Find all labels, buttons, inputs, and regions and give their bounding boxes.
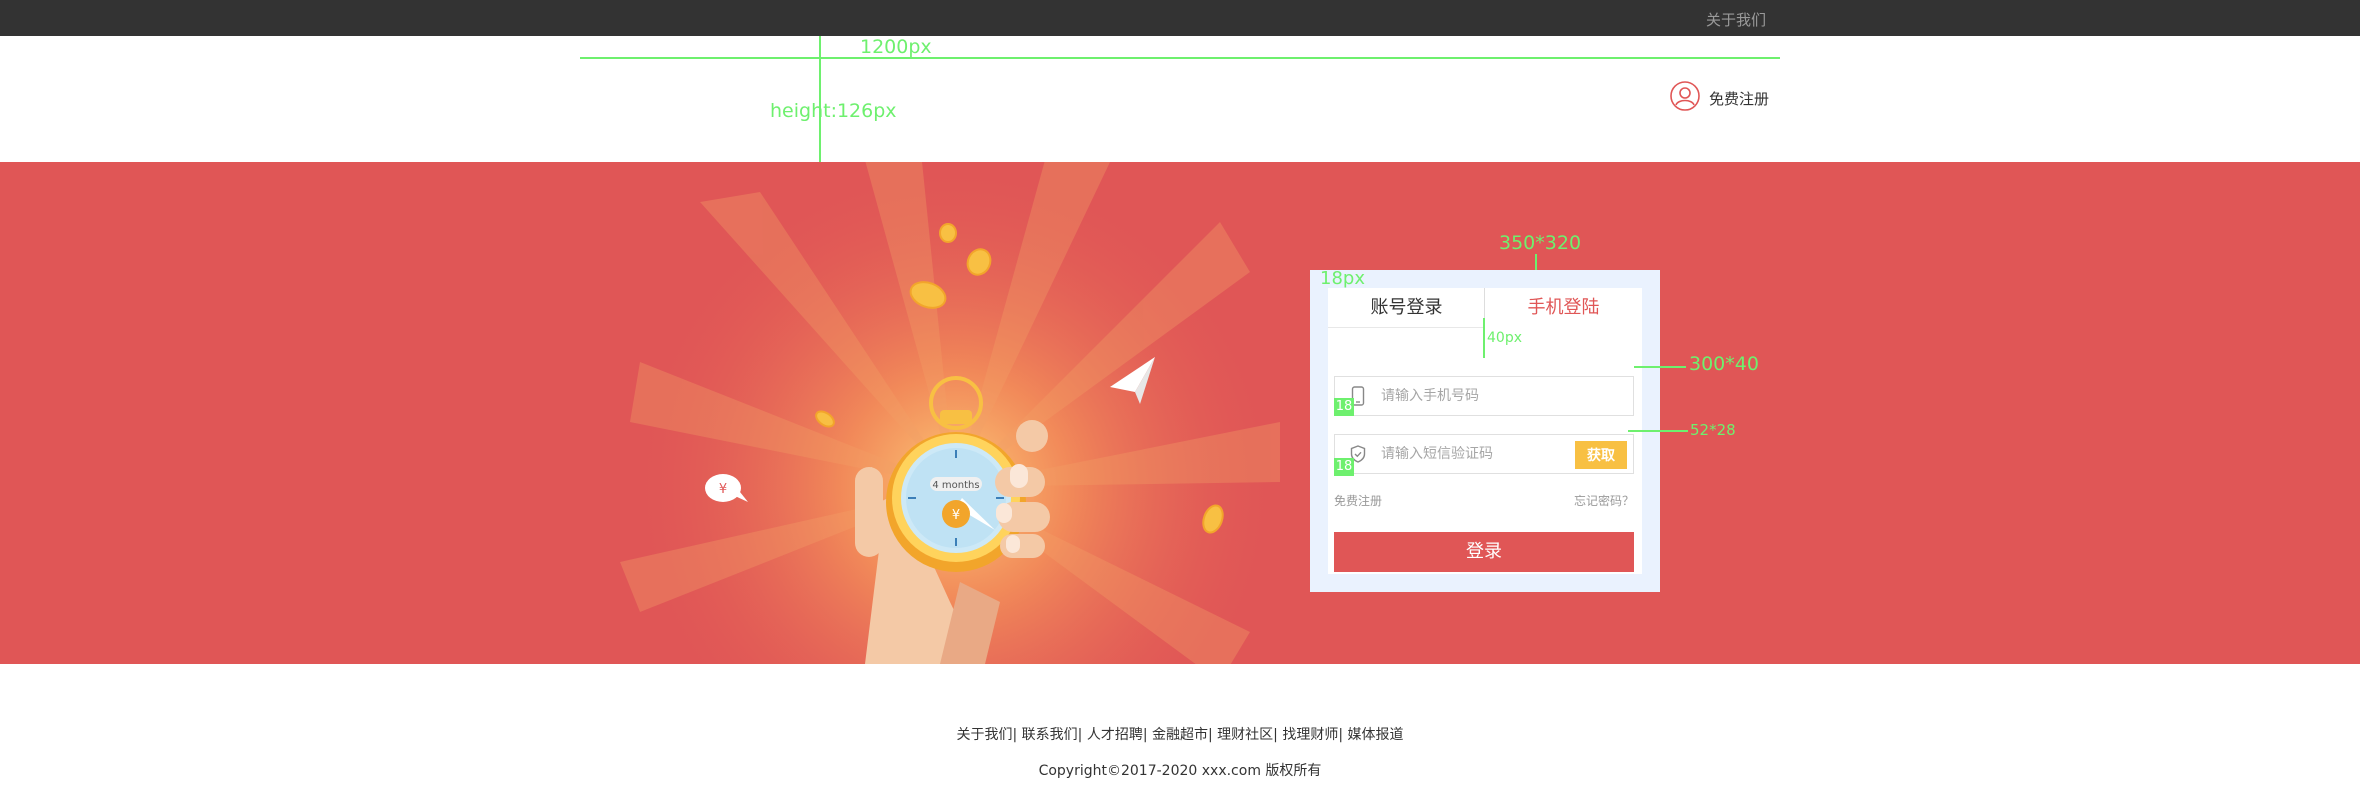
height-annotation: height:126px [770,100,897,122]
tab-height-guide [1483,318,1485,358]
hero-banner: ¥ 4 months ¥ [0,162,2360,664]
login-tabs: 账号登录 手机登陆 [1328,288,1642,328]
svg-text:4 months: 4 months [932,480,979,491]
footer-links: 关于我们| 联系我们| 人才招聘| 金融超市| 理财社区| 找理财师| 媒体报道 [956,727,1404,743]
banner-illustration: ¥ 4 months ¥ [620,162,1285,664]
footer-link[interactable]: 金融超市 [1152,727,1208,743]
copyright-text: Copyright©2017-2020 xxx.com 版权所有 [1038,763,1322,779]
header: 免费注册 [0,36,2360,162]
sms-code-input[interactable] [1381,446,1571,462]
width-annotation: 1200px [860,36,932,58]
tab-phone-login[interactable]: 手机登陆 [1485,288,1642,328]
width-guide-line [580,57,1780,59]
page: 关于我们 免费注册 ¥ 4 months ¥ 账号登录 手机登陆 请输入手机号码… [0,0,2360,797]
tab-account-login[interactable]: 账号登录 [1328,288,1485,328]
height-guide-line [819,36,821,162]
input-size-guide [1634,366,1686,368]
card-padding-annotation: 18px [1320,268,1365,289]
phone-input[interactable] [1381,388,1571,404]
footer-link[interactable]: 理财社区 [1217,727,1273,743]
login-panel: 账号登录 手机登陆 请输入手机号码 请输入短信验证码 获取 免费注册 忘记密码？… [1328,288,1642,574]
button-size-guide [1628,430,1688,432]
forgot-password-link[interactable]: 忘记密码？ [1574,492,1634,509]
get-code-button[interactable]: 获取 [1575,441,1627,469]
top-bar: 关于我们 [0,0,2360,36]
footer-link[interactable]: 关于我们 [956,727,1012,743]
free-register-link[interactable]: 免费注册 [1334,492,1382,509]
gap-annotation-1: 18 [1334,398,1354,416]
card-size-annotation: 350*320 [1499,232,1582,254]
svg-text:¥: ¥ [952,508,960,523]
card-size-guide [1535,254,1537,270]
footer-link[interactable]: 找理财师 [1282,727,1338,743]
footer-link[interactable]: 联系我们 [1022,727,1078,743]
sms-code-field: 获取 [1334,434,1634,474]
header-register-label: 免费注册 [1709,89,1770,108]
gap-annotation-2: 18 [1334,458,1354,476]
about-us-link[interactable]: 关于我们 [1706,9,1766,30]
button-size-annotation: 52*28 [1690,421,1736,439]
svg-text:¥: ¥ [719,482,727,497]
login-card: 账号登录 手机登陆 请输入手机号码 请输入短信验证码 获取 免费注册 忘记密码？… [1310,270,1660,592]
footer-link[interactable]: 媒体报道 [1348,727,1404,743]
login-links: 免费注册 忘记密码？ [1334,492,1634,508]
login-button[interactable]: 登录 [1334,532,1634,572]
phone-field [1334,376,1634,416]
header-register-link[interactable]: 免费注册 [1669,80,1769,116]
footer-link[interactable]: 人才招聘 [1087,727,1143,743]
tab-height-annotation: 40px [1487,330,1522,346]
input-size-annotation: 300*40 [1689,353,1759,375]
user-icon [1669,80,1701,116]
